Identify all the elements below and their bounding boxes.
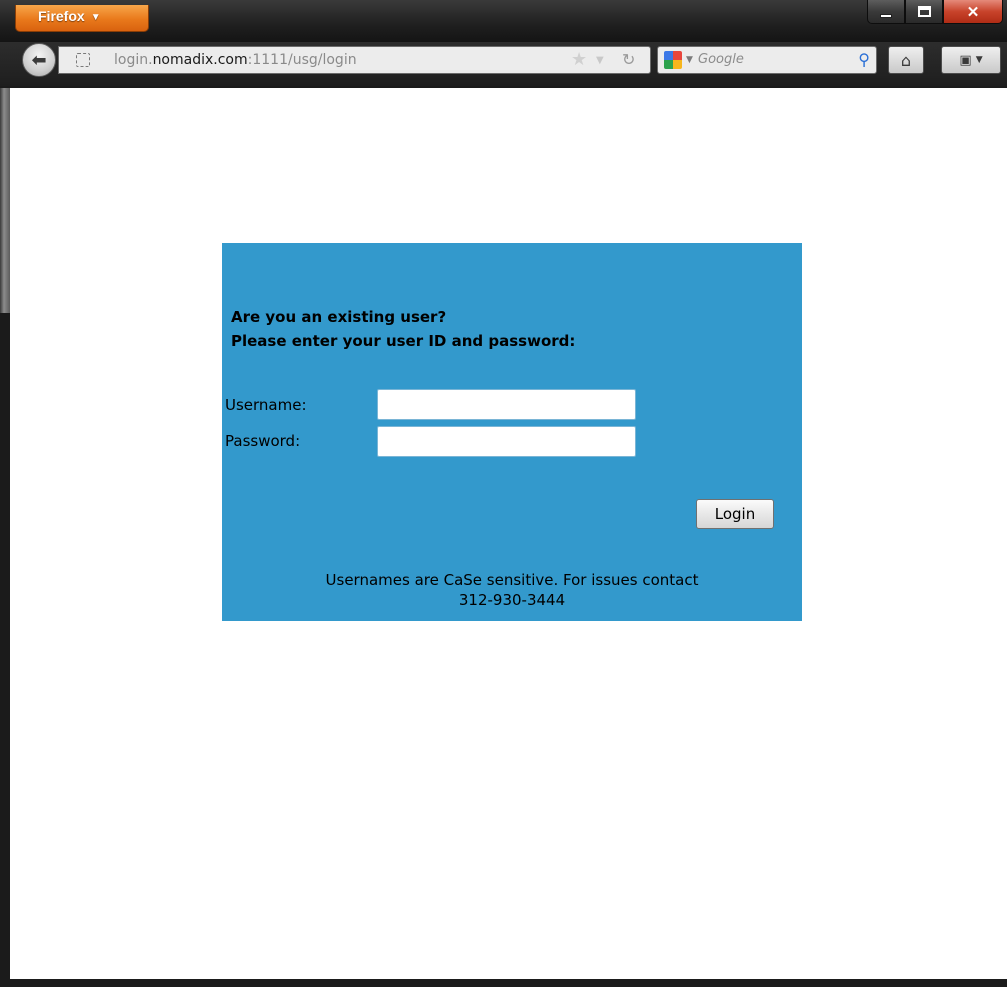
window-bottom-edge — [0, 979, 1007, 987]
search-icon[interactable]: ⚲ — [858, 49, 870, 71]
home-icon: ⌂ — [900, 50, 912, 70]
login-panel: Are you an existing user? Please enter y… — [222, 243, 802, 621]
notice-line1: Usernames are CaSe sensitive. For issues… — [325, 571, 699, 589]
window-controls: ✕ — [867, 0, 1003, 24]
login-heading-line1: Are you an existing user? — [231, 308, 447, 326]
close-window-button[interactable]: ✕ — [943, 0, 1003, 24]
url-bar[interactable]: login.nomadix.com:1111/usg/login ★ ▼ ↻ — [58, 46, 651, 74]
support-phone: 312-930-3444 — [458, 591, 566, 609]
window-titlebar: Firefox ▼ ✕ — [0, 0, 1007, 42]
maximize-icon — [917, 6, 931, 17]
reload-icon[interactable]: ↻ — [622, 49, 635, 71]
url-history-dropdown-icon[interactable]: ▼ — [596, 50, 604, 72]
search-bar[interactable]: ▼ Google ⚲ — [657, 46, 877, 74]
maximize-button[interactable] — [905, 0, 943, 24]
minimize-button[interactable] — [867, 0, 905, 24]
bookmark-star-icon[interactable]: ★ — [571, 49, 587, 71]
firefox-menu-button[interactable]: Firefox ▼ — [15, 5, 149, 32]
username-label: Username: — [225, 396, 307, 414]
login-heading-line2: Please enter your user ID and password: — [231, 332, 576, 350]
bookmarks-menu-icon: ▣ — [959, 52, 972, 68]
login-heading: Are you an existing user? Please enter y… — [231, 305, 575, 353]
search-input[interactable]: Google — [698, 47, 833, 73]
chevron-down-icon: ▼ — [90, 12, 101, 23]
back-arrow-icon: ⬅ — [31, 49, 47, 71]
page-content: Are you an existing user? Please enter y… — [10, 88, 1007, 979]
url-subdomain: login. — [114, 52, 153, 68]
home-button[interactable]: ⌂ — [888, 46, 924, 74]
search-engine-dropdown-icon[interactable]: ▼ — [686, 50, 693, 70]
back-button[interactable]: ⬅ — [22, 43, 56, 77]
password-field[interactable] — [377, 426, 636, 457]
url-path: :1111/usg/login — [247, 52, 357, 68]
firefox-menu-label: Firefox — [38, 8, 85, 24]
url-domain: nomadix.com — [152, 52, 248, 68]
login-button[interactable]: Login — [696, 499, 774, 529]
username-field[interactable] — [377, 389, 636, 420]
chevron-down-icon: ▼ — [975, 55, 983, 65]
close-icon: ✕ — [966, 3, 980, 21]
window-left-edge — [0, 88, 10, 313]
password-label: Password: — [225, 432, 301, 450]
bookmarks-menu-button[interactable]: ▣ ▼ — [941, 46, 1001, 74]
site-identity-icon[interactable] — [76, 53, 90, 67]
url-text[interactable]: login.nomadix.com:1111/usg/login — [114, 47, 357, 73]
google-icon[interactable] — [664, 51, 682, 69]
case-sensitivity-notice: Usernames are CaSe sensitive. For issues… — [222, 570, 802, 610]
minimize-icon — [880, 13, 892, 18]
